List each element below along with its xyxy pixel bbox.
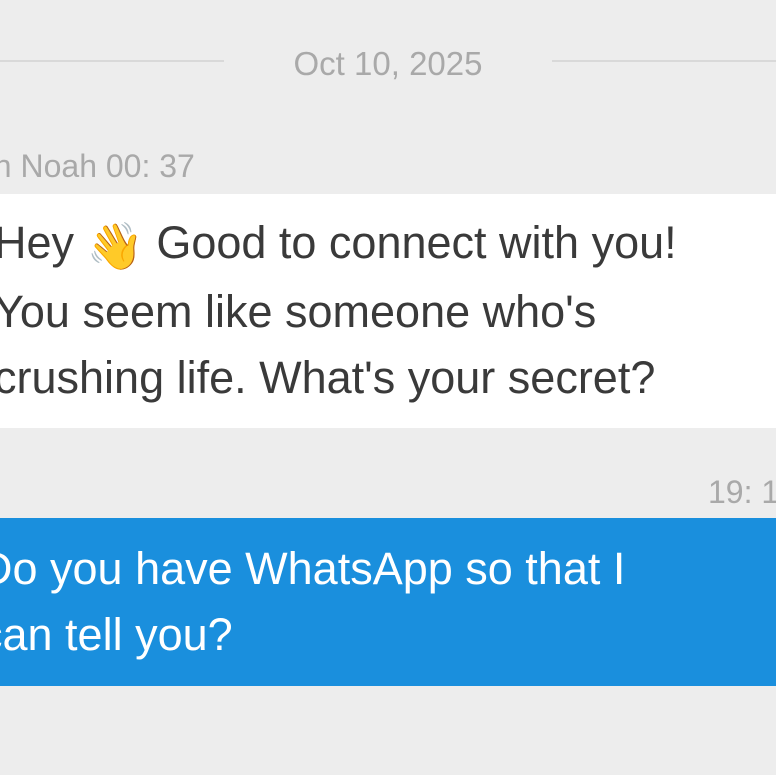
date-divider: Oct 10, 2025: [0, 38, 776, 88]
incoming-message-text: Hey 👋 Good to connect with you! You seem…: [0, 210, 776, 411]
date-divider-line-left: [0, 60, 224, 62]
outgoing-message-bubble[interactable]: Do you have WhatsApp so that I can tell …: [0, 518, 776, 686]
incoming-message-text-start: Hey: [0, 217, 87, 268]
waving-hand-emoji-icon: 👋: [86, 220, 144, 272]
date-divider-label: Oct 10, 2025: [293, 45, 483, 82]
outgoing-message-time: 19: 1: [708, 474, 776, 510]
incoming-message-sender-time: atin Noah 00: 37: [0, 148, 195, 184]
date-divider-line-right: [552, 60, 776, 62]
incoming-message-bubble[interactable]: Hey 👋 Good to connect with you! You seem…: [0, 194, 776, 428]
outgoing-message-text: Do you have WhatsApp so that I can tell …: [0, 543, 626, 660]
chat-thread[interactable]: Oct 10, 2025 atin Noah 00: 37 Hey 👋 Good…: [0, 0, 776, 775]
